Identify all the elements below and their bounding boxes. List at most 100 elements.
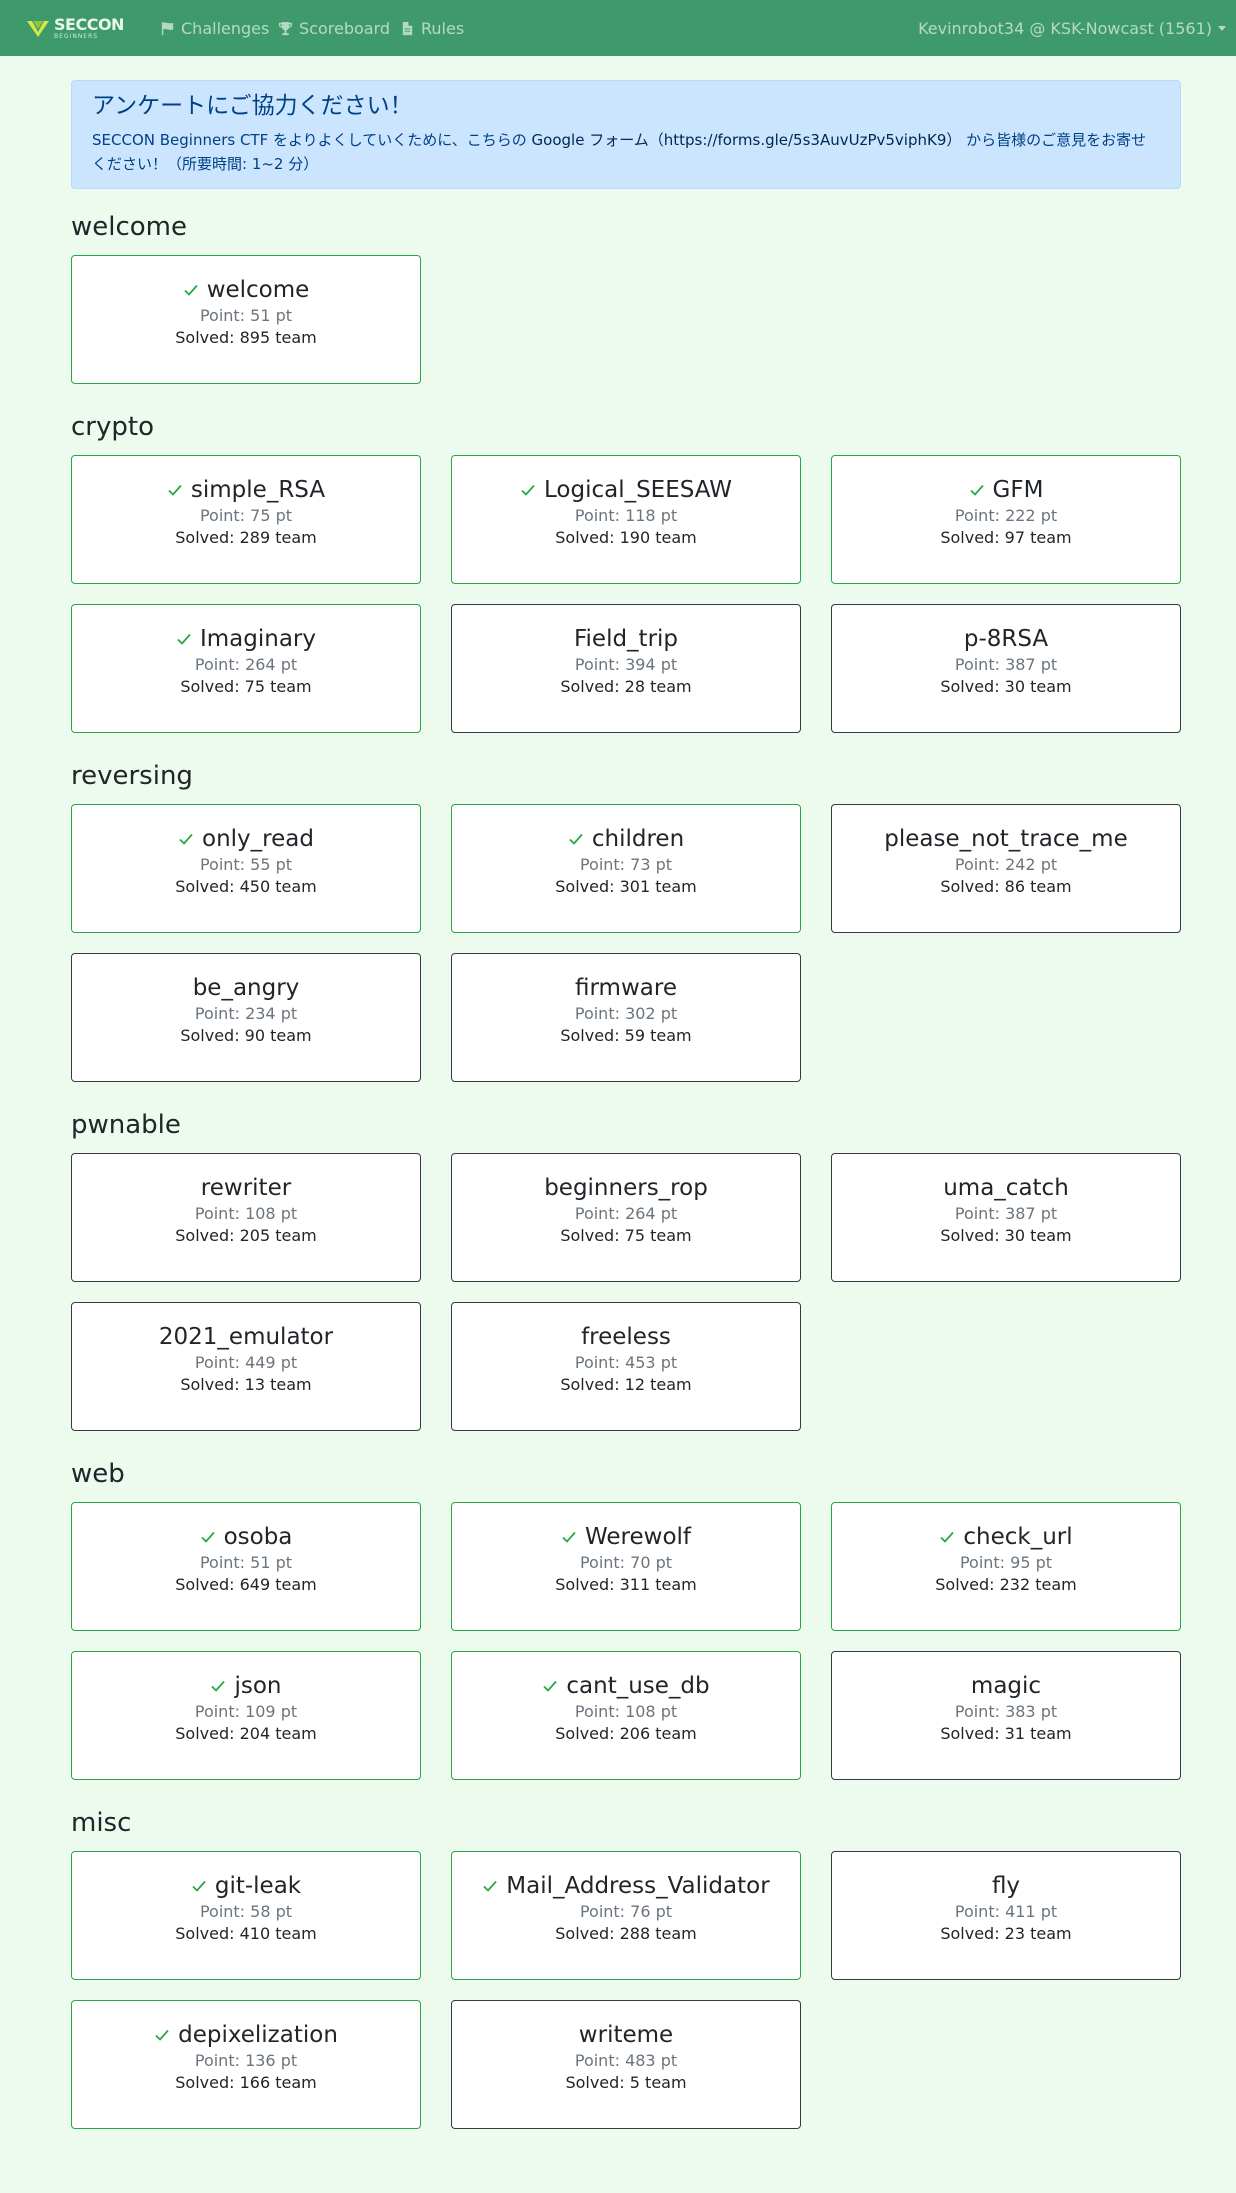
challenge-name: simple_RSA (190, 477, 326, 503)
section-title-web: web (71, 1459, 125, 1489)
survey-form-link[interactable]: Google フォーム（https://forms.gle/5s3AuvUzPv… (532, 131, 962, 149)
challenge-title: Logical_SEESAW (452, 476, 800, 504)
challenge-title: depixelization (72, 2021, 420, 2049)
challenge-card[interactable]: uma_catch Point: 387 pt Solved: 30 team (831, 1153, 1181, 1282)
challenge-card[interactable]: depixelization Point: 136 pt Solved: 166 t… (71, 2000, 421, 2129)
challenge-name: writeme (578, 2022, 674, 2048)
challenge-card[interactable]: writeme Point: 483 pt Solved: 5 team (451, 2000, 801, 2129)
flag-icon (161, 21, 174, 35)
nav-rules[interactable]: Rules (400, 0, 464, 56)
challenge-points: Point: 411 pt (954, 1902, 1058, 1921)
challenge-points: Point: 70 pt (579, 1553, 673, 1572)
challenge-card[interactable]: 2021_emulator Point: 449 pt Solved: 13 tea… (71, 1302, 421, 1431)
challenge-solves: Solved: 190 team (555, 528, 697, 547)
challenge-name: children (591, 826, 685, 852)
challenge-card[interactable]: children Point: 73 pt Solved: 301 team (451, 804, 801, 933)
challenge-card[interactable]: git-leak Point: 58 pt Solved: 410 team (71, 1851, 421, 1980)
section-title-misc: misc (71, 1808, 132, 1838)
challenge-solves: Solved: 90 team (180, 1026, 312, 1045)
challenge-card[interactable]: simple_RSA Point: 75 pt Solved: 289 team (71, 455, 421, 584)
challenge-solves: Solved: 75 team (180, 677, 312, 696)
challenge-name: please_not_trace_me (884, 826, 1128, 852)
challenge-points: Point: 222 pt (954, 506, 1058, 525)
challenge-points: Point: 264 pt (574, 1204, 678, 1223)
challenge-name: osoba (223, 1524, 293, 1550)
challenge-card[interactable]: welcome Point: 51 pt Solved: 895 team (71, 255, 421, 384)
challenge-card[interactable]: Field_trip Point: 394 pt Solved: 28 team (451, 604, 801, 733)
challenge-solves: Solved: 5 team (565, 2073, 687, 2092)
challenge-points: Point: 483 pt (574, 2051, 678, 2070)
challenge-card[interactable]: Imaginary Point: 264 pt Solved: 75 team (71, 604, 421, 733)
challenge-points: Point: 383 pt (954, 1702, 1058, 1721)
challenge-solves: Solved: 895 team (175, 328, 317, 347)
challenge-title: Mail_Address_Validator (452, 1872, 800, 1900)
challenge-points: Point: 449 pt (194, 1353, 298, 1372)
challenge-solves: Solved: 12 team (560, 1375, 692, 1394)
nav-rules-label: Rules (421, 18, 465, 38)
challenge-title: git-leak (72, 1872, 420, 1900)
challenge-card[interactable]: freeless Point: 453 pt Solved: 12 team (451, 1302, 801, 1431)
challenge-solves: Solved: 30 team (940, 1226, 1072, 1245)
challenge-card[interactable]: fly Point: 411 pt Solved: 23 team (831, 1851, 1181, 1980)
challenge-card[interactable]: magic Point: 383 pt Solved: 31 team (831, 1651, 1181, 1780)
challenge-points: Point: 51 pt (199, 306, 293, 325)
challenge-card[interactable]: Logical_SEESAW Point: 118 pt Solved: 190 t… (451, 455, 801, 584)
section-title-welcome: welcome (71, 212, 188, 242)
check-icon (184, 284, 198, 296)
challenge-solves: Solved: 289 team (175, 528, 317, 547)
challenge-title: freeless (452, 1323, 800, 1351)
challenge-points: Point: 108 pt (194, 1204, 298, 1223)
challenge-solves: Solved: 59 team (560, 1026, 692, 1045)
check-icon (177, 633, 191, 645)
challenge-name: json (234, 1673, 282, 1699)
challenge-card[interactable]: cant_use_db Point: 108 pt Solved: 206 team (451, 1651, 801, 1780)
challenge-card[interactable]: GFM Point: 222 pt Solved: 97 team (831, 455, 1181, 584)
seccon-logo-icon (27, 21, 49, 37)
challenge-card[interactable]: Mail_Address_Validator Point: 76 pt Solved… (451, 1851, 801, 1980)
challenge-card[interactable]: p-8RSA Point: 387 pt Solved: 30 team (831, 604, 1181, 733)
challenge-card[interactable]: rewriter Point: 108 pt Solved: 205 team (71, 1153, 421, 1282)
brand-logo[interactable]: SECCON BEGINNERS (26, 15, 124, 41)
challenge-card[interactable]: osoba Point: 51 pt Solved: 649 team (71, 1502, 421, 1631)
challenge-name: cant_use_db (566, 1673, 710, 1699)
challenge-name: git-leak (214, 1873, 302, 1899)
challenge-name: fly (991, 1873, 1021, 1899)
challenge-card[interactable]: Werewolf Point: 70 pt Solved: 311 team (451, 1502, 801, 1631)
challenge-title: GFM (832, 476, 1180, 504)
challenge-title: uma_catch (832, 1174, 1180, 1202)
challenge-points: Point: 51 pt (199, 1553, 293, 1572)
challenge-solves: Solved: 450 team (175, 877, 317, 896)
chevron-down-icon (1218, 25, 1226, 31)
challenge-name: Mail_Address_Validator (506, 1873, 770, 1899)
challenge-card[interactable]: please_not_trace_me Point: 242 pt Solved: … (831, 804, 1181, 933)
user-menu[interactable]: Kevinrobot34 @ KSK-Nowcast (1561) (918, 0, 1226, 56)
challenge-title: check_url (832, 1523, 1180, 1551)
challenge-solves: Solved: 649 team (175, 1575, 317, 1594)
challenge-card[interactable]: firmware Point: 302 pt Solved: 59 team (451, 953, 801, 1082)
challenge-title: magic (832, 1672, 1180, 1700)
challenge-card[interactable]: json Point: 109 pt Solved: 204 team (71, 1651, 421, 1780)
section-title-reversing: reversing (71, 761, 193, 791)
nav-challenges[interactable]: Challenges (160, 0, 269, 56)
challenge-card[interactable]: be_angry Point: 234 pt Solved: 90 team (71, 953, 421, 1082)
challenge-points: Point: 394 pt (574, 655, 678, 674)
challenge-title: please_not_trace_me (832, 825, 1180, 853)
challenge-solves: Solved: 30 team (940, 677, 1072, 696)
challenge-name: rewriter (200, 1175, 292, 1201)
challenge-title: Werewolf (452, 1523, 800, 1551)
alert-title: アンケートにご協力ください！ (92, 93, 413, 119)
section-title-pwnable: pwnable (71, 1110, 181, 1140)
challenge-card[interactable]: check_url Point: 95 pt Solved: 232 team (831, 1502, 1181, 1631)
challenge-points: Point: 95 pt (959, 1553, 1053, 1572)
nav-scoreboard[interactable]: Scoreboard (278, 0, 390, 56)
check-icon (168, 484, 182, 496)
survey-alert: アンケートにご協力ください！ SECCON Beginners CTF をよりよ… (71, 80, 1181, 189)
challenge-solves: Solved: 410 team (175, 1924, 317, 1943)
challenge-title: simple_RSA (72, 476, 420, 504)
challenge-card[interactable]: beginners_rop Point: 264 pt Solved: 75 tea… (451, 1153, 801, 1282)
challenge-points: Point: 73 pt (579, 855, 673, 874)
challenge-title: 2021_emulator (72, 1323, 420, 1351)
challenge-card[interactable]: only_read Point: 55 pt Solved: 450 team (71, 804, 421, 933)
challenge-name: 2021_emulator (158, 1324, 334, 1350)
challenge-solves: Solved: 288 team (555, 1924, 697, 1943)
